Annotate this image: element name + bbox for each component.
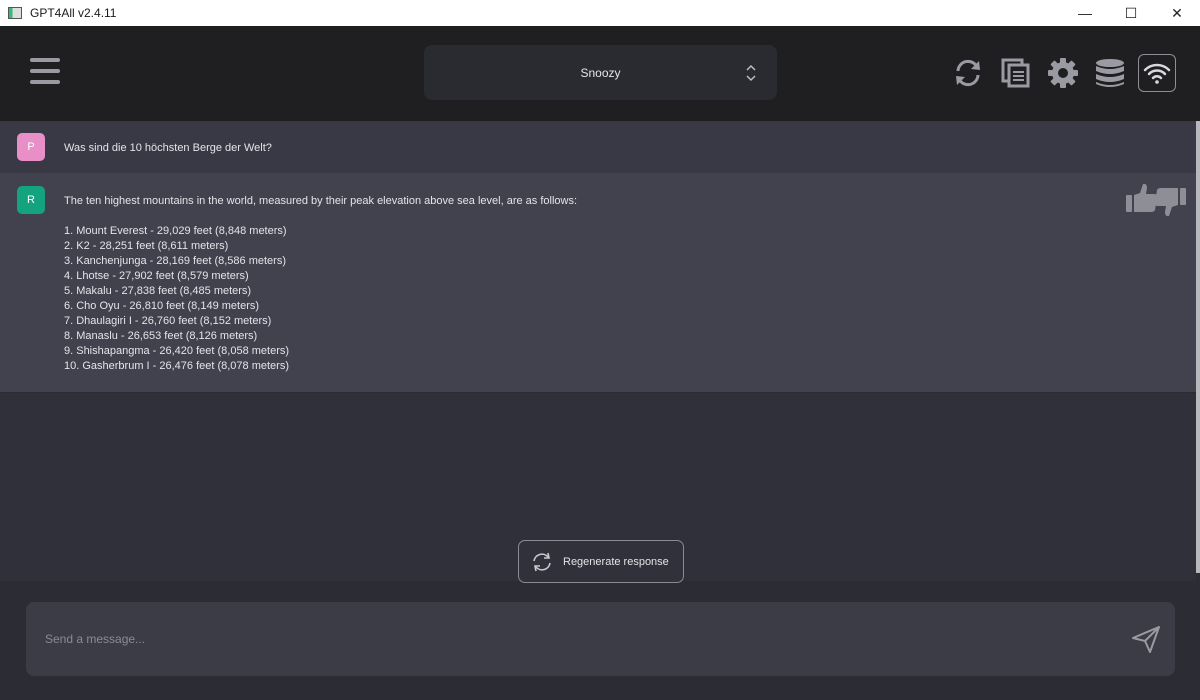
prompt-message: P Was sind die 10 höchsten Berge der Wel… [0,121,1196,173]
list-item: 9. Shishapangma - 26,420 feet (8,058 met… [64,345,290,357]
wifi-icon [1143,63,1171,84]
chevron-up-down-icon [746,64,756,82]
message-divider [0,392,1196,393]
regenerate-icon [533,552,551,571]
model-select-value: Snoozy [580,65,621,80]
regenerate-response-button[interactable]: Regenerate response [518,540,684,583]
network-toggle-button[interactable] [1138,54,1176,92]
list-item: 4. Lhotse - 27,902 feet (8,579 meters) [64,270,249,282]
response-message: R The ten highest mountains in the world… [0,173,1196,392]
chat-view: P Was sind die 10 höchsten Berge der Wel… [0,121,1196,581]
window-titlebar: GPT4All v2.4.11 — ☐ ✕ [0,0,1200,26]
list-item: 7. Dhaulagiri I - 26,760 feet (8,152 met… [64,315,272,327]
regenerate-label: Regenerate response [563,555,669,568]
minimize-button[interactable]: — [1062,0,1108,26]
prompt-text: Was sind die 10 höchsten Berge der Welt? [64,142,272,154]
thumbs-up-icon[interactable] [1126,183,1158,212]
app-icon [8,7,22,19]
response-list: 1. Mount Everest - 29,029 feet (8,848 me… [64,224,289,374]
list-item: 6. Cho Oyu - 26,810 feet (8,149 meters) [64,300,260,312]
list-item: 1. Mount Everest - 29,029 feet (8,848 me… [64,225,287,237]
list-item: 10. Gasherbrum I - 26,476 feet (8,078 me… [64,360,290,372]
settings-icon[interactable] [1047,57,1079,89]
model-select[interactable]: Snoozy [424,45,777,100]
list-item: 8. Manaslu - 26,653 feet (8,126 meters) [64,330,258,342]
localdocs-database-icon[interactable] [1094,57,1126,89]
app-header: Snoozy [0,26,1200,121]
message-input-box [26,602,1175,676]
response-intro: The ten highest mountains in the world, … [64,195,578,207]
list-item: 2. K2 - 28,251 feet (8,611 meters) [64,240,229,252]
prompt-avatar: P [17,133,45,161]
maximize-button[interactable]: ☐ [1108,0,1154,26]
thumbs-down-icon[interactable] [1154,188,1186,217]
send-icon[interactable] [1130,624,1162,654]
thumbs-feedback [1126,183,1186,217]
close-button[interactable]: ✕ [1154,0,1200,26]
copy-chat-icon[interactable] [1000,57,1032,89]
window-controls: — ☐ ✕ [1062,0,1200,26]
list-item: 5. Makalu - 27,838 feet (8,485 meters) [64,285,252,297]
chat-scrollbar[interactable] [1196,121,1200,573]
window-title: GPT4All v2.4.11 [30,6,117,20]
list-item: 3. Kanchenjunga - 28,169 feet (8,586 met… [64,255,286,267]
response-avatar: R [17,186,45,214]
reset-chat-icon[interactable] [952,57,984,89]
message-input[interactable] [26,602,1106,676]
menu-icon[interactable] [30,58,60,88]
